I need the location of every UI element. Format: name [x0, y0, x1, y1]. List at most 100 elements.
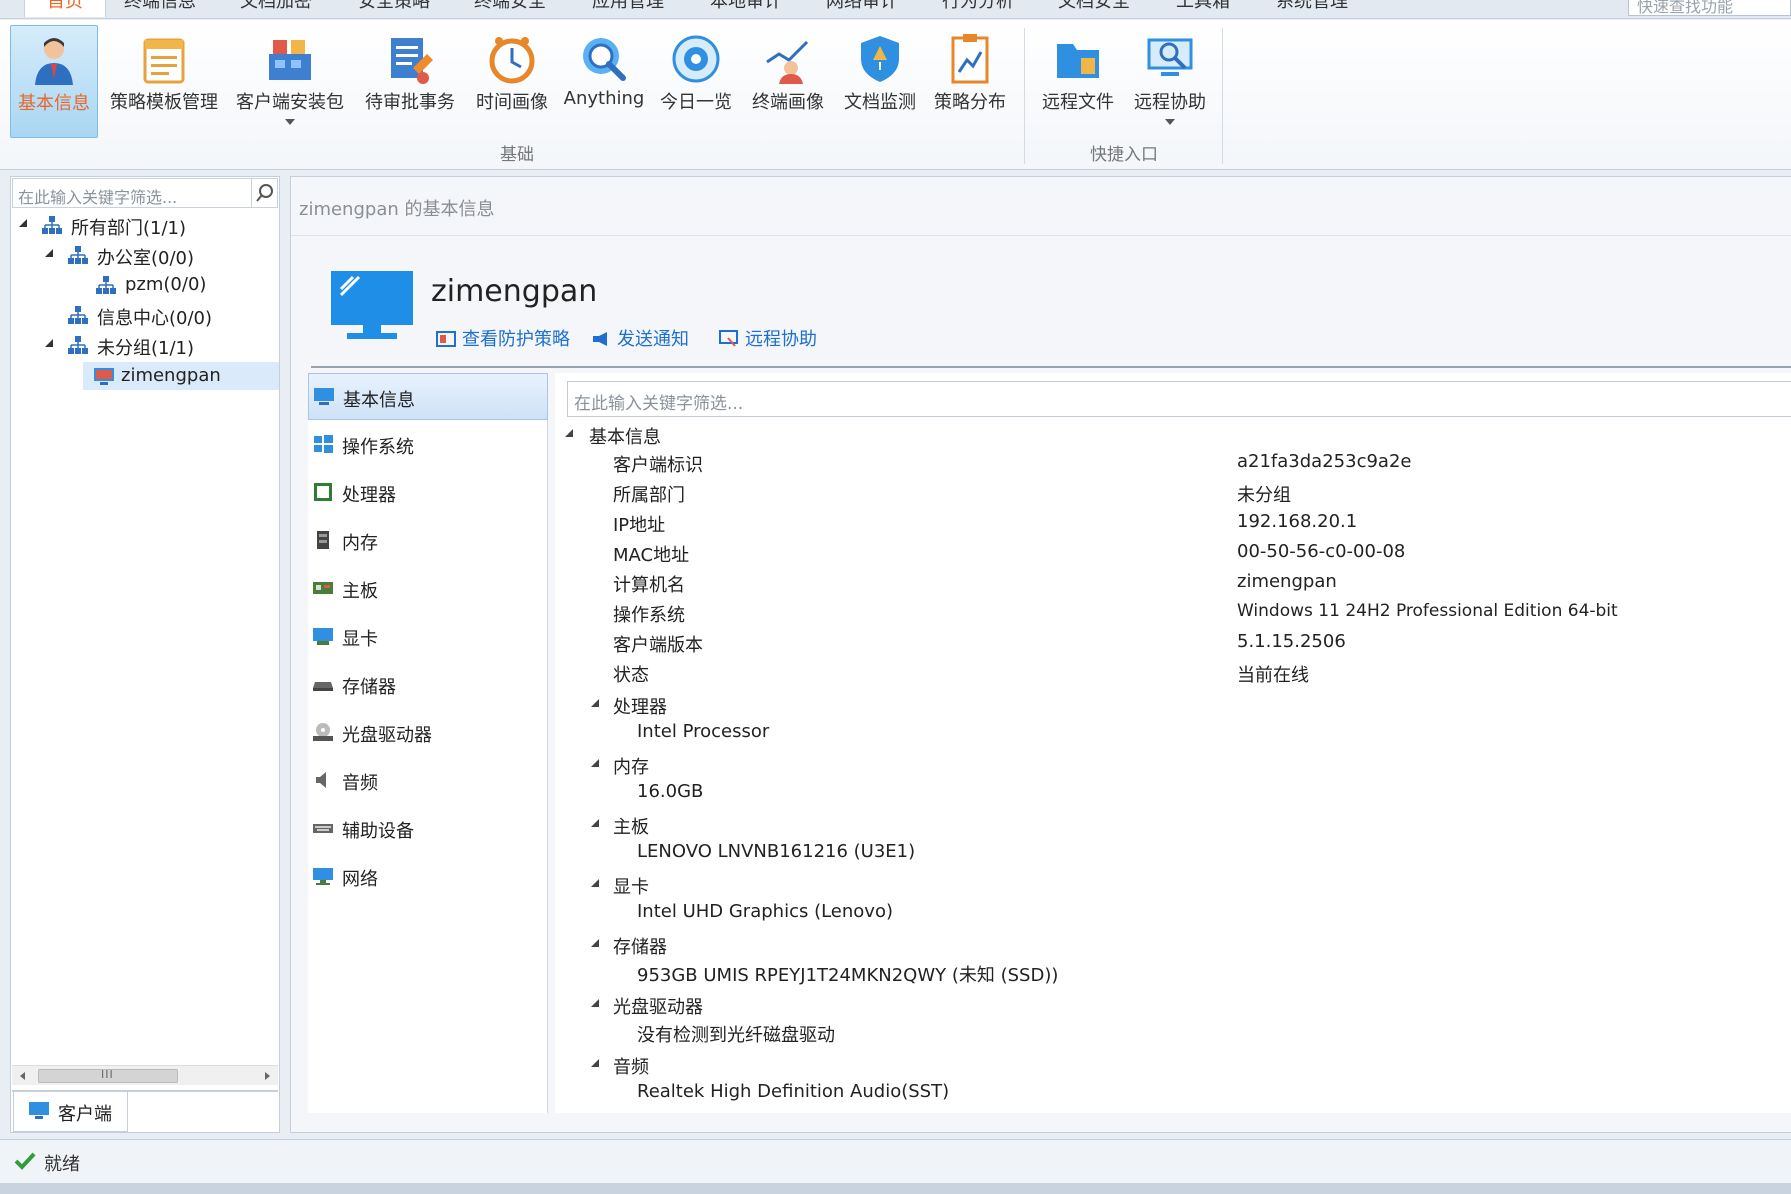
memory-icon [317, 531, 329, 549]
hardware-value: Intel UHD Graphics (Lenovo) [637, 901, 893, 922]
tab-app-management[interactable]: 应用管理 [592, 0, 664, 17]
shield-icon [861, 36, 899, 82]
collapse-icon[interactable] [591, 699, 599, 707]
collapse-icon[interactable] [565, 429, 573, 437]
user-info-icon [35, 38, 73, 85]
tree-expand-icon[interactable] [45, 339, 53, 347]
nav-item-cpu[interactable]: 处理器 [308, 469, 548, 516]
tree-node-info-center[interactable]: 信息中心(0/0) [11, 301, 279, 329]
clock-icon [489, 37, 535, 84]
tree-expand-icon[interactable] [19, 219, 27, 227]
scroll-left-icon[interactable] [20, 1072, 25, 1080]
ribbon-group-separator [1222, 28, 1223, 164]
search-globe-icon [583, 38, 626, 81]
optical-drive-icon [313, 723, 333, 741]
tab-client[interactable]: 客户端 [13, 1092, 128, 1132]
hardware-value: 没有检测到光纤磁盘驱动 [637, 1025, 835, 1046]
computer-online-icon [94, 368, 114, 385]
tab-toolbox[interactable]: 工具箱 [1176, 0, 1230, 17]
scroll-right-icon[interactable] [265, 1072, 270, 1080]
org-chart-icon [96, 276, 116, 294]
tree-node-all-departments[interactable]: 所有部门(1/1) [11, 211, 279, 239]
folder-icon [1057, 44, 1099, 78]
tab-terminal-security[interactable]: 终端安全 [474, 0, 546, 17]
windows-icon [314, 435, 333, 453]
nav-item-gpu[interactable]: 显卡 [308, 613, 548, 660]
ribbon-template-button[interactable]: 策略模板管理 [110, 25, 218, 138]
ribbon-remote-file-button[interactable]: 远程文件 [1036, 25, 1120, 138]
main-tab-strip: 首页 终端信息 文档加密 安全策略 终端安全 应用管理 本地审计 网络审计 行为… [0, 0, 1791, 19]
department-tree-panel: 在此输入关键字筛选... 所有部门(1/1) 办公室(0/0) pzm(0/0)… [10, 176, 280, 1133]
info-row-value: 5.1.15.2506 [1237, 631, 1346, 652]
quick-search-input[interactable]: 快速查找功能 [1628, 0, 1791, 16]
collapse-icon[interactable] [591, 999, 599, 1007]
collapse-icon[interactable] [591, 819, 599, 827]
ribbon-today-button[interactable]: 今日一览 [656, 25, 736, 138]
tab-local-audit[interactable]: 本地审计 [710, 0, 782, 17]
tree-node-zimengpan[interactable]: zimengpan [83, 362, 279, 390]
org-chart-icon [68, 336, 88, 354]
page-title: zimengpan [431, 274, 598, 309]
template-icon [143, 38, 185, 84]
status-value: 当前在线 [1237, 665, 1309, 686]
computer-icon [29, 1102, 49, 1119]
org-chart-icon [68, 246, 88, 264]
ribbon-time-profile-button[interactable]: 时间画像 [470, 25, 554, 138]
tab-system-management[interactable]: 系统管理 [1276, 0, 1348, 17]
tree-horizontal-scrollbar[interactable]: III [12, 1065, 278, 1085]
collapse-icon[interactable] [591, 939, 599, 947]
breadcrumb: zimengpan 的基本信息 [299, 199, 495, 220]
ribbon-approval-button[interactable]: 待审批事务 [362, 25, 458, 138]
nav-item-optical[interactable]: 光盘驱动器 [308, 709, 548, 756]
detail-info-tree: 在此输入关键字筛选... 基本信息 客户端标识 a21fa3da253c9a2e… [555, 373, 1791, 1113]
remote-assist-link[interactable]: 远程协助 [719, 325, 817, 351]
chevron-down-icon[interactable] [1165, 119, 1175, 125]
ribbon-anything-button[interactable]: Anything [562, 25, 646, 138]
tab-network-audit[interactable]: 网络审计 [826, 0, 898, 17]
info-row-label: 状态 [613, 665, 649, 686]
cpu-icon [314, 483, 332, 501]
tree-node-office[interactable]: 办公室(0/0) [11, 241, 279, 269]
ribbon-remote-assist-button[interactable]: 远程协助 [1128, 25, 1212, 138]
computer-icon [314, 388, 334, 405]
chevron-down-icon[interactable] [285, 119, 295, 125]
view-policy-link[interactable]: 查看防护策略 [436, 325, 570, 351]
send-notice-link[interactable]: 发送通知 [591, 325, 689, 351]
ribbon-basic-info-button[interactable]: 基本信息 [10, 25, 98, 138]
tab-doc-security[interactable]: 文档安全 [1058, 0, 1130, 17]
collapse-icon[interactable] [591, 879, 599, 887]
info-row-value: Windows 11 24H2 Professional Edition 64-… [1237, 601, 1618, 621]
collapse-icon[interactable] [591, 759, 599, 767]
nav-item-motherboard[interactable]: 主板 [308, 565, 548, 612]
nav-item-basic-info[interactable]: 基本信息 [308, 373, 548, 420]
ribbon-terminal-profile-button[interactable]: 终端画像 [748, 25, 828, 138]
divider [311, 366, 1791, 368]
tab-terminal-info[interactable]: 终端信息 [124, 0, 196, 17]
tree-search-input[interactable]: 在此输入关键字筛选... [12, 178, 278, 208]
scrollbar-thumb[interactable]: III [38, 1068, 178, 1083]
ribbon-policy-dist-button[interactable]: 策略分布 [930, 25, 1010, 138]
tab-home[interactable]: 首页 [24, 0, 106, 17]
tree-expand-icon[interactable] [45, 249, 53, 257]
hardware-value: Realtek High Definition Audio(SST) [637, 1081, 950, 1102]
nav-item-memory[interactable]: 内存 [308, 517, 548, 564]
tab-security-policy[interactable]: 安全策略 [358, 0, 430, 17]
nav-item-os[interactable]: 操作系统 [308, 421, 548, 468]
hardware-nav-list: 基本信息 操作系统 处理器 内存 主板 显卡 存储器 光盘驱动器 音频 辅助设备… [308, 373, 548, 1113]
detail-search-input[interactable]: 在此输入关键字筛选... [567, 381, 1791, 417]
search-icon[interactable] [251, 179, 277, 207]
ribbon-doc-monitor-button[interactable]: 文档监测 [838, 25, 922, 138]
nav-item-storage[interactable]: 存储器 [308, 661, 548, 708]
nav-item-peripherals[interactable]: 辅助设备 [308, 805, 548, 852]
tab-doc-encryption[interactable]: 文档加密 [240, 0, 312, 17]
hardware-value: Intel Processor [637, 721, 770, 742]
tab-behavior-analysis[interactable]: 行为分析 [942, 0, 1014, 17]
nav-item-network[interactable]: 网络 [308, 853, 548, 900]
status-bar: 就绪 [0, 1139, 1791, 1183]
tree-node-pzm[interactable]: pzm(0/0) [11, 271, 279, 299]
nav-item-audio[interactable]: 音频 [308, 757, 548, 804]
collapse-icon[interactable] [591, 1059, 599, 1067]
ribbon-package-button[interactable]: 客户端安装包 [236, 25, 344, 138]
info-row-label: MAC地址 [613, 545, 690, 566]
tree-node-ungrouped[interactable]: 未分组(1/1) [11, 331, 279, 359]
